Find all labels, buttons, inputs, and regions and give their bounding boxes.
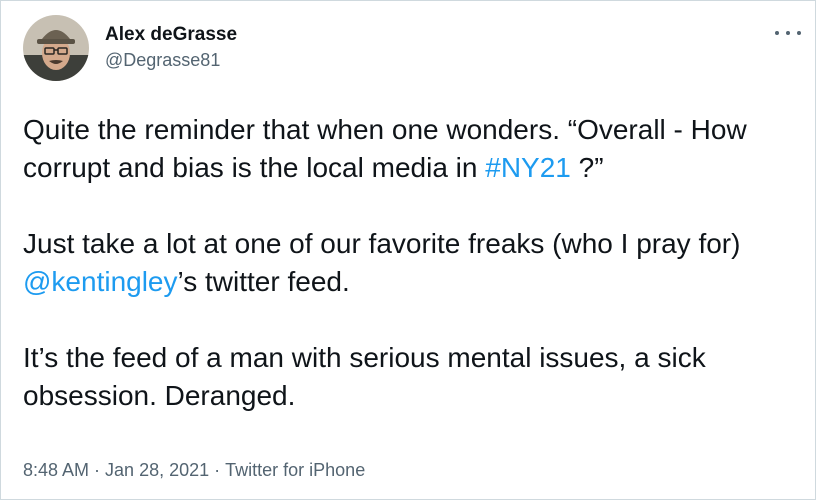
- meta-separator: ·: [94, 460, 101, 480]
- tweet-card: Alex deGrasse @Degrasse81 Quite the remi…: [0, 0, 816, 500]
- tweet-paragraph-2: Just take a lot at one of our favorite f…: [23, 225, 803, 301]
- tweet-text-segment: Just take a lot at one of our favorite f…: [23, 228, 741, 259]
- author-handle[interactable]: @Degrasse81: [105, 47, 237, 73]
- tweet-text-segment: ?”: [570, 152, 604, 183]
- tweet-paragraph-3: It’s the feed of a man with serious ment…: [23, 342, 706, 411]
- more-options-button[interactable]: [775, 23, 801, 43]
- tweet-time[interactable]: 8:48 AM: [23, 457, 89, 483]
- tweet-paragraph-1: Quite the reminder that when one wonders…: [23, 111, 803, 187]
- avatar[interactable]: [23, 15, 89, 81]
- tweet-date[interactable]: Jan 28, 2021: [105, 457, 209, 483]
- user-avatar-photo-icon: [23, 15, 89, 81]
- author-names: Alex deGrasse @Degrasse81: [105, 23, 237, 73]
- hashtag-link[interactable]: #NY21: [485, 152, 571, 183]
- author-display-name[interactable]: Alex deGrasse: [105, 23, 237, 47]
- tweet-text: Quite the reminder that when one wonders…: [23, 111, 803, 415]
- tweet-header: Alex deGrasse @Degrasse81: [23, 15, 237, 81]
- mention-link[interactable]: @kentingley: [23, 266, 178, 297]
- tweet-source[interactable]: Twitter for iPhone: [225, 457, 365, 483]
- more-options-icon-dot: [775, 31, 779, 35]
- tweet-metadata: 8:48 AM · Jan 28, 2021 · Twitter for iPh…: [23, 457, 365, 483]
- more-options-icon-dot: [797, 31, 801, 35]
- more-options-icon-dot: [786, 31, 790, 35]
- tweet-text-segment: Quite the reminder that when one wonders…: [23, 114, 747, 183]
- meta-separator: ·: [214, 460, 221, 480]
- tweet-text-segment: ’s twitter feed.: [177, 266, 350, 297]
